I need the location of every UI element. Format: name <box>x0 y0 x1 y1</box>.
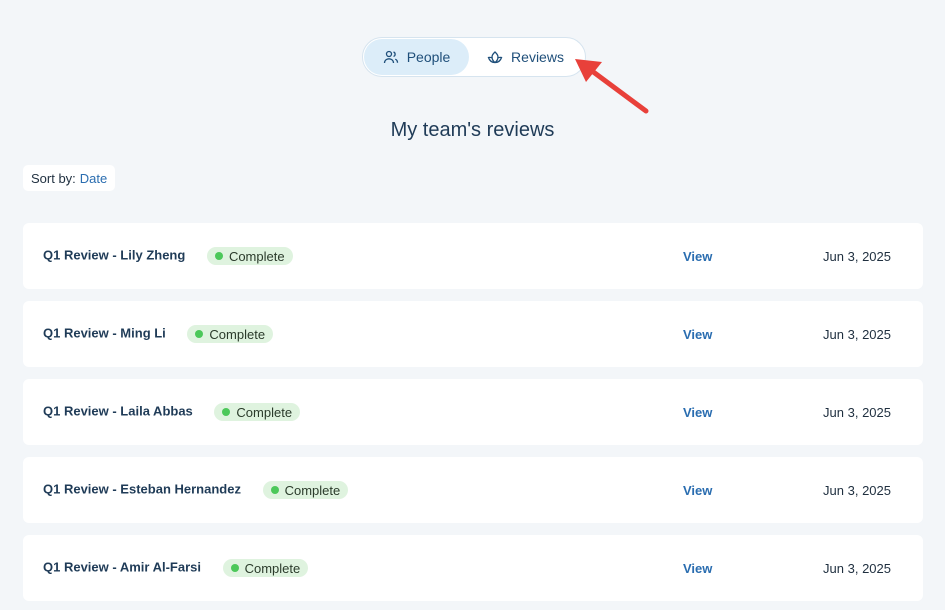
review-row: Q1 Review - Lily Zheng Complete View Jun… <box>23 223 923 289</box>
review-date: Jun 3, 2025 <box>823 560 891 576</box>
review-row: Q1 Review - Laila Abbas Complete View Ju… <box>23 379 923 445</box>
view-link[interactable]: View <box>683 483 712 498</box>
view-link[interactable]: View <box>683 327 712 342</box>
review-date: Jun 3, 2025 <box>823 248 891 264</box>
reviews-tab[interactable]: Reviews <box>469 39 582 75</box>
review-title: Q1 Review - Amir Al-Farsi <box>43 559 201 575</box>
sort-value[interactable]: Date <box>80 171 107 186</box>
view-link[interactable]: View <box>683 249 712 264</box>
review-row: Q1 Review - Ming Li Complete View Jun 3,… <box>23 301 923 367</box>
status-label: Complete <box>209 326 266 342</box>
review-date: Jun 3, 2025 <box>823 482 891 498</box>
status-dot-icon <box>270 486 279 494</box>
review-title: Q1 Review - Ming Li <box>43 325 166 341</box>
view-link[interactable]: View <box>683 405 712 420</box>
annotation-arrow-icon <box>575 59 649 114</box>
view-toggle: People Reviews <box>362 37 586 77</box>
review-title-cell: Q1 Review - Amir Al-Farsi Complete <box>43 559 309 577</box>
lotus-icon <box>487 51 503 64</box>
status-dot-icon <box>222 408 231 416</box>
page: People Reviews My team's reviews Sort by… <box>0 0 945 610</box>
reviews-tab-label: Reviews <box>511 49 564 65</box>
status-dot-icon <box>195 330 204 338</box>
review-title-cell: Q1 Review - Lily Zheng Complete <box>43 247 293 265</box>
review-row: Q1 Review - Esteban Hernandez Complete V… <box>23 457 923 523</box>
page-title: My team's reviews <box>390 119 555 141</box>
status-badge: Complete <box>222 559 309 577</box>
review-row: Q1 Review - Amir Al-Farsi Complete View … <box>23 535 923 601</box>
status-label: Complete <box>236 404 293 420</box>
sort-label: Sort by: <box>31 170 76 186</box>
review-date: Jun 3, 2025 <box>823 404 891 420</box>
status-badge: Complete <box>262 481 349 499</box>
status-badge: Complete <box>206 247 293 265</box>
status-label: Complete <box>244 560 301 576</box>
review-title: Q1 Review - Lily Zheng <box>43 247 186 263</box>
review-date: Jun 3, 2025 <box>823 326 891 342</box>
review-title-cell: Q1 Review - Esteban Hernandez Complete <box>43 481 349 499</box>
status-dot-icon <box>214 252 223 260</box>
review-title-cell: Q1 Review - Laila Abbas Complete <box>43 403 301 421</box>
review-title: Q1 Review - Esteban Hernandez <box>43 481 241 497</box>
sort-control[interactable]: Sort by: Date <box>23 165 116 191</box>
review-title: Q1 Review - Laila Abbas <box>43 403 193 419</box>
status-badge: Complete <box>187 325 274 343</box>
status-label: Complete <box>284 482 341 498</box>
review-title-cell: Q1 Review - Ming Li Complete <box>43 325 274 343</box>
status-badge: Complete <box>214 403 301 421</box>
review-list: Q1 Review - Lily Zheng Complete View Jun… <box>23 223 923 610</box>
view-link[interactable]: View <box>683 561 712 576</box>
status-dot-icon <box>230 564 239 572</box>
people-icon <box>383 50 398 64</box>
people-tab[interactable]: People <box>364 39 469 75</box>
status-label: Complete <box>228 248 285 264</box>
people-tab-label: People <box>406 49 451 65</box>
